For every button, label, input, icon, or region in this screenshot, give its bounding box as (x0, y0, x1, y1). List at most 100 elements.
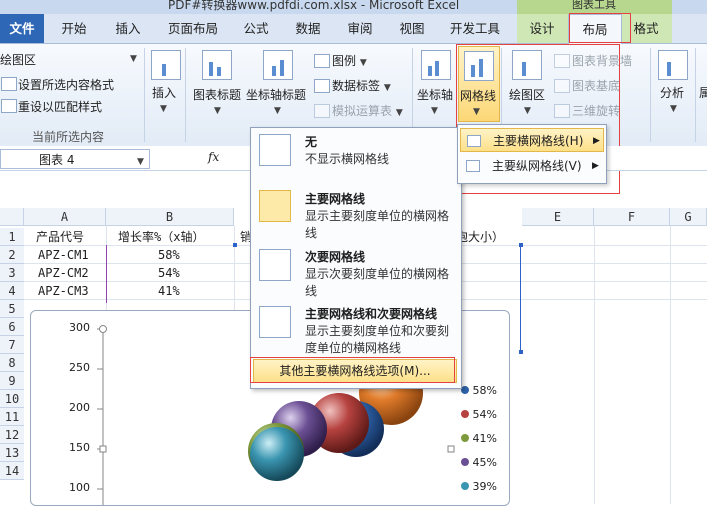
legend-item: 54% (461, 408, 497, 432)
cell-b1[interactable]: 增长率%（x轴） (118, 228, 204, 246)
tab-file[interactable]: 文件 (0, 14, 44, 43)
bubble-range-border (520, 245, 521, 353)
tab-home[interactable]: 开始 (52, 14, 96, 43)
column-header-g[interactable]: G (670, 208, 707, 226)
axis-titles-icon (263, 50, 293, 80)
chevron-down-icon: ▼ (214, 106, 221, 116)
layout-tab-highlight (569, 13, 631, 43)
tab-format[interactable]: 格式 (626, 14, 666, 43)
row-header[interactable]: 11 (0, 408, 24, 426)
tab-page-layout[interactable]: 页面布局 (160, 14, 226, 43)
cell-a2[interactable]: APZ-CM1 (38, 246, 89, 264)
tab-developer[interactable]: 开发工具 (444, 14, 506, 43)
axis-titles-button[interactable]: 坐标轴标题 (246, 86, 306, 103)
range-handle[interactable] (233, 243, 237, 247)
chevron-down-icon[interactable]: ▼ (137, 153, 144, 167)
chevron-right-icon: ▶ (593, 136, 600, 146)
tab-design[interactable]: 设计 (522, 14, 562, 43)
range-handle[interactable] (519, 243, 523, 247)
legend-label: 54% (472, 408, 497, 421)
axes-button[interactable]: 坐标轴 (417, 86, 453, 103)
legend[interactable]: 58% 54% 41% 45% 39% (461, 384, 497, 504)
row-header[interactable]: 10 (0, 390, 24, 408)
reset-style-button[interactable]: 重设以匹配样式 (18, 98, 102, 115)
tab-review[interactable]: 审阅 (338, 14, 382, 43)
column-header-b[interactable]: B (106, 208, 234, 226)
name-box[interactable]: 图表 4 ▼ (0, 149, 150, 169)
legend-label: 图例 (332, 54, 357, 68)
data-labels-button[interactable]: 数据标签 ▼ (332, 77, 391, 94)
column-header-f[interactable]: F (594, 208, 670, 226)
menu-item-minor-title[interactable]: 次要网格线 (305, 248, 365, 265)
row-header[interactable]: 3 (0, 264, 24, 282)
row-header[interactable]: 1 (0, 228, 24, 246)
row-header[interactable]: 4 (0, 282, 24, 300)
data-table-label: 模拟运算表 (332, 104, 393, 118)
tab-formulas[interactable]: 公式 (236, 14, 276, 43)
insert-icon (151, 50, 181, 80)
title-bar: PDF#转换器www.pdfdi.com.xlsx - Microsoft Ex… (0, 0, 707, 14)
column-header-e[interactable]: E (522, 208, 594, 226)
row-header[interactable]: 7 (0, 336, 24, 354)
row-header[interactable]: 8 (0, 354, 24, 372)
cell-a3[interactable]: APZ-CM2 (38, 264, 89, 282)
more-options-highlight (250, 357, 455, 383)
menu-item-both-title[interactable]: 主要网格线和次要网格线 (305, 305, 437, 322)
horizontal-gridlines-icon (467, 135, 481, 147)
data-table-button: 模拟运算表 ▼ (332, 104, 403, 118)
cell-a4[interactable]: APZ-CM3 (38, 282, 89, 300)
gridlines-submenu: 主要横网格线(H) ▶ 主要纵网格线(V) ▶ (457, 124, 607, 184)
analysis-icon (658, 50, 688, 80)
range-handle[interactable] (519, 350, 523, 354)
insert-button[interactable]: 插入 (152, 84, 176, 101)
menu-item-major-vertical[interactable]: 主要纵网格线(V) ▶ (460, 154, 604, 178)
y-tick-label: 300 (69, 321, 90, 334)
function-icon[interactable]: fx (208, 150, 219, 164)
chevron-down-icon: ▼ (160, 104, 167, 114)
select-all-corner[interactable] (0, 208, 24, 226)
axes-icon (421, 50, 451, 80)
cell-d1[interactable]: 泡大小） (456, 228, 504, 246)
tab-data[interactable]: 数据 (286, 14, 330, 43)
row-header[interactable]: 13 (0, 444, 24, 462)
format-selection-icon (1, 77, 17, 91)
chart-element-dropdown[interactable]: 绘图区 (0, 51, 36, 68)
y-tick-label: 150 (69, 441, 90, 454)
y-tick-label: 250 (69, 361, 90, 374)
row-header[interactable]: 9 (0, 372, 24, 390)
legend-button[interactable]: 图例 ▼ (332, 52, 367, 69)
row-header[interactable]: 14 (0, 462, 24, 480)
chevron-down-icon: ▼ (670, 104, 677, 114)
row-header[interactable]: 6 (0, 318, 24, 336)
format-selection-button[interactable]: 设置所选内容格式 (18, 76, 114, 93)
row-header[interactable]: 2 (0, 246, 24, 264)
tab-view[interactable]: 视图 (390, 14, 434, 43)
tab-insert[interactable]: 插入 (106, 14, 150, 43)
chevron-down-icon[interactable]: ▼ (130, 50, 137, 64)
column-header-a[interactable]: A (24, 208, 106, 226)
major-gridlines-icon (259, 190, 291, 222)
menu-item-major-title[interactable]: 主要网格线 (305, 190, 365, 207)
y-axis (97, 328, 104, 505)
menu-item-major-horizontal[interactable]: 主要横网格线(H) ▶ (460, 128, 604, 152)
row-header[interactable]: 12 (0, 426, 24, 444)
analysis-button[interactable]: 分析 (660, 84, 684, 101)
row-header[interactable]: 5 (0, 300, 24, 318)
gridlines-dropdown-menu: 无 不显示横网格线 主要网格线 显示主要刻度单位的横网格线 次要网格线 显示次要… (250, 127, 462, 389)
menu-item-none-title[interactable]: 无 (305, 133, 317, 150)
minor-gridlines-icon (259, 249, 291, 281)
menu-item-major-desc: 显示主要刻度单位的横网格线 (305, 209, 450, 240)
chart-tools-group: 图表工具 (517, 0, 672, 14)
legend-item: 39% (461, 480, 497, 504)
properties-button[interactable]: 属 (699, 84, 707, 101)
data-table-icon (314, 104, 330, 118)
bubble-mark[interactable] (250, 427, 304, 481)
window-title: PDF#转换器www.pdfdi.com.xlsx - Microsoft Ex… (168, 0, 460, 12)
legend-item: 45% (461, 456, 497, 480)
menu-item-label: 主要纵网格线(V) (492, 159, 582, 173)
menu-item-none-desc: 不显示横网格线 (305, 152, 390, 166)
cell-a1[interactable]: 产品代号 (36, 228, 84, 246)
chart-title-button[interactable]: 图表标题 (193, 86, 241, 103)
data-labels-icon (314, 79, 330, 93)
menu-item-label: 主要横网格线(H) (493, 134, 584, 148)
